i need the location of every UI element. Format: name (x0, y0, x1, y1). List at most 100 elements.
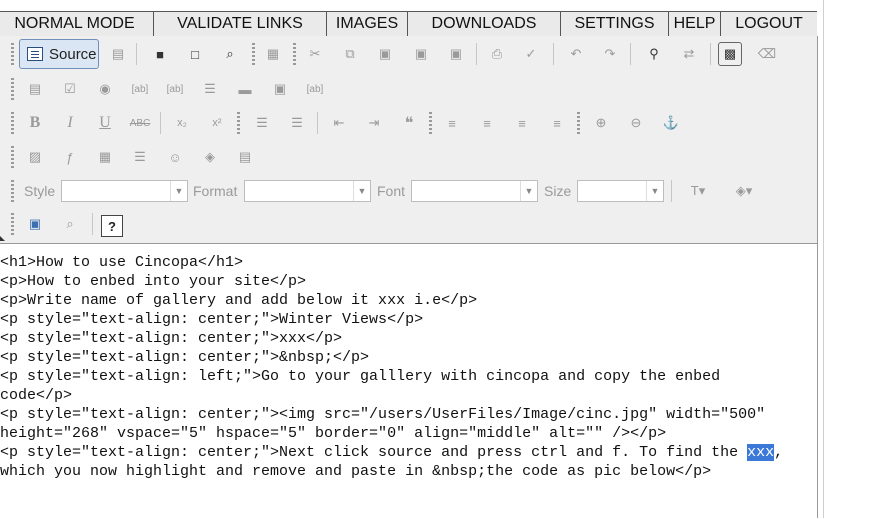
flash-icon[interactable]: ƒ (58, 145, 82, 169)
templates-icon[interactable]: ▤ (106, 42, 130, 66)
textarea-icon[interactable]: [ab] (163, 77, 187, 101)
blockquote-icon[interactable]: ❝ (397, 111, 421, 135)
subscript-icon[interactable]: x₂ (170, 111, 194, 135)
toolbar-separator (710, 43, 711, 65)
image-icon[interactable]: ▨ (23, 145, 47, 169)
strikethrough-icon[interactable]: ABC (128, 111, 152, 135)
source-button-label: Source (49, 45, 97, 63)
style-combo[interactable]: ▼ (61, 180, 188, 202)
form-icon[interactable]: ▤ (23, 77, 47, 101)
style-label: Style (24, 183, 56, 199)
text-color-icon[interactable]: T▾ (680, 179, 716, 203)
special-char-icon[interactable]: ◈ (198, 145, 222, 169)
link-icon[interactable]: ⊕ (589, 111, 613, 135)
format-combo[interactable]: ▼ (244, 180, 371, 202)
paste-text-icon[interactable]: ▣ (409, 42, 433, 66)
nav-help[interactable]: HELP (669, 12, 721, 36)
maximize-icon[interactable]: ▣ (23, 212, 47, 236)
code-line-tail: , (774, 444, 784, 461)
chevron-down-icon: ▼ (353, 181, 370, 201)
table-icon[interactable]: ▦ (93, 145, 117, 169)
button-field-icon[interactable]: ▬ (233, 77, 257, 101)
toolbar-separator (160, 112, 161, 134)
toolbar-separator (317, 112, 318, 134)
source-button[interactable]: Source (19, 39, 99, 69)
select-all-icon[interactable]: ▩ (718, 42, 742, 66)
save-icon[interactable]: ■ (148, 42, 172, 66)
background-color-icon[interactable]: ◈▾ (726, 179, 762, 203)
horizontal-rule-icon[interactable]: ☰ (128, 145, 152, 169)
font-combo[interactable]: ▼ (411, 180, 538, 202)
unlink-icon[interactable]: ⊖ (624, 111, 648, 135)
paste-word-icon[interactable]: ▣ (444, 42, 468, 66)
remove-format-icon[interactable]: ⌫ (755, 42, 779, 66)
templates-doc-icon[interactable]: ▦ (261, 42, 285, 66)
code-line: <p style="text-align: center;">Next clic… (0, 444, 748, 461)
toolbar-separator (671, 180, 672, 202)
toolbar-grip (11, 180, 14, 202)
toolbar-separator (92, 213, 93, 235)
chevron-down-icon: ▼ (646, 181, 663, 201)
replace-icon[interactable]: ⇄ (677, 42, 701, 66)
bulleted-list-icon[interactable]: ☰ (285, 111, 309, 135)
font-label: Font (377, 183, 406, 199)
window-edge (823, 0, 824, 518)
help-icon[interactable]: ? (101, 215, 123, 237)
code-line: code</p> (0, 387, 73, 404)
copy-icon[interactable]: ⧉ (338, 42, 362, 66)
print-icon[interactable]: ⎙ (485, 42, 509, 66)
numbered-list-icon[interactable]: ☰ (250, 111, 274, 135)
redo-icon[interactable]: ↷ (598, 42, 622, 66)
show-blocks-icon[interactable]: ⌕ (58, 212, 82, 236)
toolbar-grip[interactable] (11, 43, 14, 65)
nav-settings[interactable]: SETTINGS (561, 12, 669, 36)
collapse-toolbar-icon[interactable] (0, 236, 5, 241)
smiley-icon[interactable]: ☺ (163, 145, 187, 169)
new-page-icon[interactable]: □ (183, 42, 207, 66)
toolbar-grip (11, 112, 14, 134)
bold-icon[interactable]: B (23, 111, 47, 135)
undo-icon[interactable]: ↶ (564, 42, 588, 66)
align-center-icon[interactable]: ≡ (475, 111, 499, 135)
superscript-icon[interactable]: x² (205, 111, 229, 135)
paste-icon[interactable]: ▣ (373, 42, 397, 66)
code-line: which you now highlight and remove and p… (0, 463, 712, 480)
align-right-icon[interactable]: ≡ (510, 111, 534, 135)
toolbar-row-5: Style ▼ Format ▼ Font ▼ Size ▼ T▾ ◈▾ (0, 176, 817, 206)
checkbox-icon[interactable]: ☑ (58, 77, 82, 101)
code-line: <p style="text-align: left;">Go to your … (0, 368, 721, 385)
image-button-icon[interactable]: ▣ (268, 77, 292, 101)
nav-images[interactable]: IMAGES (327, 12, 408, 36)
cut-icon[interactable]: ✂ (303, 42, 327, 66)
nav-validate-links[interactable]: VALIDATE LINKS (154, 12, 327, 36)
anchor-icon[interactable]: ⚓ (659, 111, 683, 135)
spellcheck-icon[interactable]: ✓ (519, 42, 543, 66)
source-textarea[interactable]: <h1>How to use Cincopa</h1> <p>How to en… (0, 243, 817, 519)
nav-logout[interactable]: LOGOUT (721, 12, 817, 36)
code-line: <p style="text-align: center;">&nbsp;</p… (0, 349, 370, 366)
nav-normal-mode[interactable]: NORMAL MODE (0, 12, 154, 36)
indent-icon[interactable]: ⇥ (362, 111, 386, 135)
text-field-icon[interactable]: [ab] (128, 77, 152, 101)
underline-icon[interactable]: U (93, 111, 117, 135)
nav-downloads[interactable]: DOWNLOADS (408, 12, 561, 36)
size-combo[interactable]: ▼ (577, 180, 664, 202)
find-icon[interactable]: ⚲ (642, 42, 666, 66)
hidden-field-icon[interactable]: [ab] (303, 77, 327, 101)
chevron-down-icon: ▼ (520, 181, 537, 201)
preview-icon[interactable]: ⌕ (218, 42, 242, 66)
select-field-icon[interactable]: ☰ (198, 77, 222, 101)
top-nav: NORMAL MODE VALIDATE LINKS IMAGES DOWNLO… (0, 11, 817, 37)
page-break-icon[interactable]: ▤ (233, 145, 257, 169)
toolbar-separator (553, 43, 554, 65)
justify-icon[interactable]: ≡ (545, 111, 569, 135)
chevron-down-icon: ▼ (170, 181, 187, 201)
radio-icon[interactable]: ◉ (93, 77, 117, 101)
outdent-icon[interactable]: ⇤ (327, 111, 351, 135)
italic-icon[interactable]: I (58, 111, 82, 135)
toolbar-row-2: ▤ ☑ ◉ [ab] [ab] ☰ ▬ ▣ [ab] (0, 74, 817, 104)
source-icon (27, 47, 43, 61)
align-left-icon[interactable]: ≡ (440, 111, 464, 135)
rich-text-editor: Source ▤ ■ □ ⌕ ▦ ✂ ⧉ ▣ ▣ ▣ ⎙ ✓ ↶ ↷ ⚲ ⇄ ▩ (0, 36, 818, 519)
toolbar-separator (136, 43, 137, 65)
